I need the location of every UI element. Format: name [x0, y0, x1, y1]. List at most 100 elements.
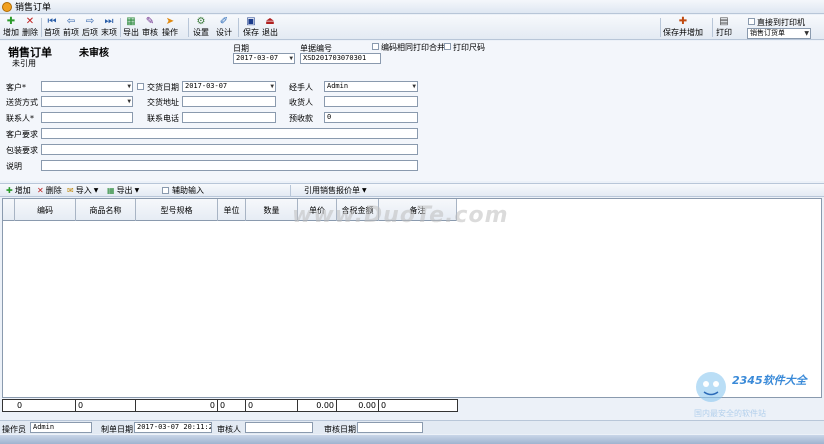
- delete-button[interactable]: ✕ 删除: [22, 16, 38, 39]
- save-button[interactable]: ▣ 保存: [243, 16, 259, 39]
- col-header[interactable]: 含税金额: [337, 199, 379, 221]
- order-header: 销售订单 未审核 未引用 日期 2017-03-07 单据编号 XSD20170…: [0, 41, 824, 181]
- chevron-down-icon: ▼: [362, 187, 367, 194]
- save-add-icon: ✚: [678, 16, 688, 27]
- contact-field[interactable]: [41, 112, 133, 123]
- col-header[interactable]: 型号规格: [136, 199, 218, 221]
- prepaid-field[interactable]: 0: [324, 112, 418, 123]
- first-icon: ⏮: [47, 16, 57, 27]
- chevron-down-icon: ▼: [134, 187, 140, 194]
- col-header[interactable]: 数量: [246, 199, 298, 221]
- audit-status: 未审核: [79, 48, 109, 59]
- delivery-method-label: 送货方式: [6, 98, 38, 107]
- import-icon: ✉: [67, 186, 74, 195]
- operator-field: Admin: [30, 422, 92, 433]
- quote-button[interactable]: 引用销售报价单 ▼: [304, 185, 367, 196]
- handler-label: 经手人: [289, 83, 313, 92]
- auditor-label: 审核人: [217, 425, 241, 434]
- status-bar: 操作员 Admin 制单日期 2017-03-07 20:11:27 审核人 审…: [0, 420, 824, 434]
- operator-label: 操作员: [2, 425, 26, 434]
- aux-input-checkbox[interactable]: [162, 187, 169, 194]
- print-size-label: 打印尺码: [453, 43, 485, 52]
- first-button[interactable]: ⏮ 首项: [44, 16, 60, 39]
- handler-field[interactable]: Admin: [324, 81, 418, 92]
- taskbar: [0, 435, 824, 444]
- exit-icon: ⏏: [265, 16, 275, 27]
- grid-add-button[interactable]: ✚ 增加: [6, 185, 31, 196]
- docno-field[interactable]: XSD201703070301: [300, 53, 381, 64]
- col-header[interactable]: 商品名称: [76, 199, 136, 221]
- add-button[interactable]: ✚ 增加: [3, 16, 19, 39]
- pack-req-field[interactable]: [41, 144, 418, 155]
- col-header[interactable]: 备注: [379, 199, 457, 221]
- customer-field[interactable]: [41, 81, 133, 92]
- delivery-method-field[interactable]: [41, 96, 133, 107]
- merge-print-label: 编码相同打印合并: [381, 43, 445, 52]
- action-icon: ➤: [165, 16, 175, 27]
- total-cell: 0.00: [298, 400, 337, 411]
- delivery-addr-field[interactable]: [182, 96, 276, 107]
- date-field[interactable]: 2017-03-07: [233, 53, 295, 64]
- total-cell: 0: [246, 400, 298, 411]
- phone-field[interactable]: [182, 112, 276, 123]
- design-button[interactable]: ✐ 设计: [216, 16, 232, 39]
- total-cell: 0: [15, 400, 76, 411]
- direct-print-checkbox[interactable]: [748, 18, 755, 25]
- auditor-field: [245, 422, 313, 433]
- next-button[interactable]: ⇨ 后项: [82, 16, 98, 39]
- delivery-date-field[interactable]: 2017-03-07: [182, 81, 276, 92]
- created-field: 2017-03-07 20:11:27: [134, 422, 212, 433]
- row-indicator-header: [3, 199, 15, 221]
- note-field[interactable]: [41, 160, 418, 171]
- note-label: 说明: [6, 162, 22, 171]
- plus-icon: ✚: [6, 186, 13, 195]
- delete-icon: ✕: [37, 186, 44, 195]
- audit-date-field: [357, 422, 423, 433]
- delete-icon: ✕: [25, 16, 35, 27]
- last-button[interactable]: ⏭ 末项: [101, 16, 117, 39]
- action-button[interactable]: ➤ 操作: [162, 16, 178, 39]
- prepaid-label: 预收款: [289, 114, 313, 123]
- settings-button[interactable]: ⚙ 设置: [193, 16, 209, 39]
- app-icon: [2, 1, 12, 12]
- col-header[interactable]: 编码: [15, 199, 76, 221]
- receiver-field[interactable]: [324, 96, 418, 107]
- cust-req-label: 客户要求: [6, 130, 38, 139]
- exit-button[interactable]: ⏏ 退出: [262, 16, 278, 39]
- col-header[interactable]: 单位: [218, 199, 246, 221]
- title-bar: 销售订单: [0, 0, 824, 14]
- design-icon: ✐: [219, 16, 229, 27]
- delivery-date-checkbox[interactable]: [137, 83, 144, 90]
- grid-delete-button[interactable]: ✕ 删除: [37, 185, 62, 196]
- print-template-select[interactable]: 销售订货单: [747, 28, 811, 39]
- print-button[interactable]: ▤ 打印: [716, 16, 732, 39]
- total-cell: 0: [218, 400, 246, 411]
- total-cell: 0: [76, 400, 136, 411]
- next-icon: ⇨: [85, 16, 95, 27]
- created-label: 制单日期: [101, 425, 133, 434]
- last-icon: ⏭: [104, 16, 114, 27]
- cust-req-field[interactable]: [41, 128, 418, 139]
- customer-label: 客户*: [6, 83, 26, 92]
- grid-import-button[interactable]: ✉ 导入 ▼: [67, 185, 98, 196]
- audit-button[interactable]: ✎ 审核: [142, 16, 158, 39]
- save-add-button[interactable]: ✚ 保存并增加: [663, 16, 703, 39]
- save-icon: ▣: [246, 16, 256, 27]
- grid-export-button[interactable]: ▦ 导出 ▼: [107, 185, 139, 196]
- delivery-addr-label: 交货地址: [147, 98, 179, 107]
- phone-label: 联系电话: [147, 114, 179, 123]
- merge-print-checkbox[interactable]: [372, 43, 379, 50]
- prev-button[interactable]: ⇦ 前项: [63, 16, 79, 39]
- col-header[interactable]: 单价: [298, 199, 337, 221]
- print-size-checkbox[interactable]: [444, 43, 451, 50]
- export-icon: ▦: [107, 186, 115, 195]
- badge-subtext: 国内最安全的软件站: [694, 409, 766, 418]
- chevron-down-icon: ▼: [93, 187, 99, 194]
- detail-grid[interactable]: 编码 商品名称 型号规格 单位 数量 单价 含税金额 备注: [2, 198, 822, 398]
- totals-row: 0 0 0 0 0 0.00 0.00 0: [2, 399, 458, 412]
- audit-icon: ✎: [145, 16, 155, 27]
- printer-icon: ▤: [719, 16, 729, 27]
- contact-label: 联系人*: [6, 114, 34, 123]
- export-button[interactable]: ▦ 导出: [123, 16, 139, 39]
- receiver-label: 收货人: [289, 98, 313, 107]
